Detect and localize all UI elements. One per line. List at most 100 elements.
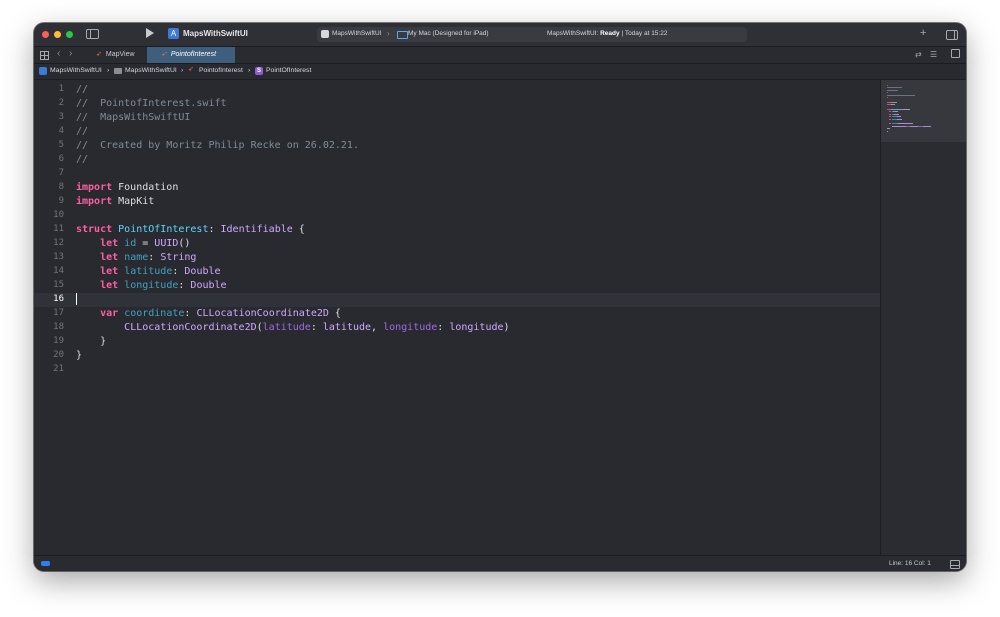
code-line[interactable]: let id = UUID() <box>76 237 190 251</box>
code-token: = <box>136 238 155 249</box>
line-number: 18 <box>53 322 64 332</box>
chevron-right-icon: › <box>181 67 184 74</box>
code-line[interactable] <box>76 293 77 307</box>
line-number: 5 <box>58 140 64 150</box>
project-icon <box>39 67 47 75</box>
add-editor-icon[interactable] <box>951 49 960 58</box>
code-token: Foundation <box>112 182 179 193</box>
breadcrumb-group[interactable]: MapsWithSwiftUI <box>125 67 177 74</box>
status-time: | Today at 15:22 <box>621 30 668 37</box>
plus-icon[interactable]: + <box>920 27 926 39</box>
minimap-line <box>891 109 901 110</box>
tab-pointofinterest[interactable]: ➶ PointofInterest <box>147 47 235 63</box>
code-line[interactable]: // <box>76 153 88 167</box>
line-number: 10 <box>53 210 64 220</box>
code-token: String <box>160 252 197 263</box>
scheme-selector[interactable]: MapsWithSwiftUI <box>332 30 381 37</box>
code-line[interactable]: struct PointOfInterest: Identifiable { <box>76 223 305 237</box>
line-number: 17 <box>53 308 64 318</box>
tab-bar: ‹ › ➶ MapView ➶ PointofInterest ⇄ ☰ <box>34 47 966 64</box>
code-token: longitude <box>449 322 504 333</box>
code-token: var <box>100 308 119 319</box>
editor-options-icon[interactable]: ☰ <box>930 50 937 59</box>
code-line[interactable]: // Created by Moritz Philip Recke on 26.… <box>76 139 359 153</box>
play-icon[interactable] <box>146 28 154 38</box>
code-token: // <box>76 154 89 165</box>
grid-icon[interactable] <box>40 51 49 60</box>
swift-file-icon: ➶ <box>96 51 102 58</box>
code-token: let <box>100 252 119 263</box>
code-token: longitude <box>383 322 438 333</box>
code-line[interactable]: // PointofInterest.swift <box>76 97 227 111</box>
code-token: // PointofInterest.swift <box>76 98 227 109</box>
close-window-button[interactable] <box>42 31 49 38</box>
code-token: : <box>310 322 323 333</box>
sidebar-icon[interactable] <box>86 29 99 39</box>
code-line[interactable]: let latitude: Double <box>76 265 220 279</box>
cursor-position: Line: 16 Col: 1 <box>889 560 931 567</box>
minimap-line <box>891 125 905 127</box>
status-bar: Line: 16 Col: 1 <box>34 555 966 571</box>
minimap-line <box>897 111 899 113</box>
breadcrumb-file[interactable]: PointofInterest <box>199 67 243 74</box>
minimap-line <box>887 85 889 86</box>
code-token: : <box>148 252 161 263</box>
code-line[interactable]: import Foundation <box>76 181 178 195</box>
code-line[interactable]: // <box>76 125 88 139</box>
line-number: 8 <box>58 182 64 192</box>
scheme-icon <box>321 30 329 38</box>
destination-selector[interactable]: My Mac (Designed for iPad) <box>408 30 489 37</box>
line-number: 21 <box>53 364 64 374</box>
debug-toggle-icon[interactable] <box>41 561 50 566</box>
code-token: struct <box>76 224 113 235</box>
code-line[interactable]: let longitude: Double <box>76 279 226 293</box>
code-token: , <box>371 322 384 333</box>
inspector-icon[interactable] <box>946 30 958 40</box>
code-token: id <box>124 238 137 249</box>
code-line[interactable]: // MapsWithSwiftUI <box>76 111 190 125</box>
line-number: 13 <box>53 252 64 262</box>
breadcrumb-project[interactable]: MapsWithSwiftUI <box>50 67 102 74</box>
tab-label: PointofInterest <box>170 51 217 58</box>
code-line[interactable]: // <box>76 83 88 97</box>
code-line[interactable]: } <box>76 335 106 349</box>
swift-file-icon: ➶ <box>188 66 194 73</box>
code-token: latitude <box>262 322 311 333</box>
code-token: : <box>208 224 221 235</box>
minimap[interactable] <box>880 80 966 555</box>
minimize-window-button[interactable] <box>54 31 61 38</box>
minimap-line <box>890 101 898 103</box>
line-number: 9 <box>58 196 64 206</box>
code-line[interactable]: } <box>76 349 82 363</box>
code-token: // <box>76 126 89 137</box>
related-items-icon[interactable]: ⇄ <box>915 50 922 59</box>
code-line[interactable]: let name: String <box>76 251 196 265</box>
back-icon[interactable]: ‹ <box>57 48 60 59</box>
code-token: let <box>100 238 119 249</box>
minimap-line <box>887 128 890 130</box>
forward-icon[interactable]: › <box>69 48 72 59</box>
chevron-right-icon: › <box>107 67 110 74</box>
source-editor[interactable]: 1 2 3 4 5 6 7 8 9 10 11 12 13 14 15 16 17 18 19 20 21 //// P… <box>34 80 880 555</box>
minimap-line <box>887 130 888 132</box>
chevron-right-icon: › <box>248 67 251 74</box>
activity-bar[interactable]: MapsWithSwiftUI › My Mac (Designed for i… <box>317 27 747 42</box>
code-line[interactable]: var coordinate: CLLocationCoordinate2D { <box>76 307 341 321</box>
line-number: 12 <box>53 238 64 248</box>
code-line[interactable]: CLLocationCoordinate2D(latitude: latitud… <box>76 321 509 335</box>
breadcrumb-symbol[interactable]: PointOfInterest <box>266 67 311 74</box>
code-line[interactable]: import MapKit <box>76 195 154 209</box>
debug-area-icon[interactable] <box>950 560 960 569</box>
breadcrumb: MapsWithSwiftUI › MapsWithSwiftUI › ➶ Po… <box>34 64 966 80</box>
line-number: 11 <box>53 224 64 234</box>
code-token: MapKit <box>112 196 155 207</box>
minimap-line <box>898 118 902 120</box>
tab-mapview[interactable]: ➶ MapView <box>86 47 156 63</box>
zoom-window-button[interactable] <box>66 31 73 38</box>
minimap-line <box>887 89 899 91</box>
code-token: { <box>292 224 305 235</box>
chevron-right-icon: › <box>387 29 390 38</box>
